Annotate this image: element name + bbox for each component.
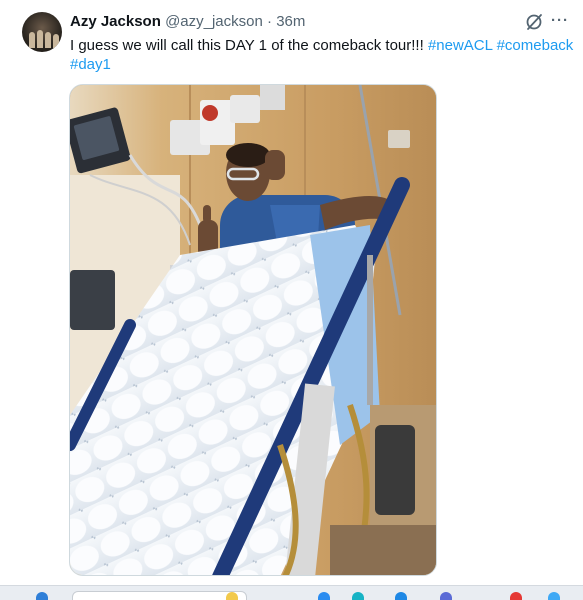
taskbar-app-icon[interactable] <box>318 592 330 600</box>
tweet-photo[interactable] <box>69 84 437 576</box>
taskbar-app-icon[interactable] <box>352 592 364 600</box>
tweet-card[interactable]: Azy Jackson @azy_jackson · 36m ··· I gue… <box>0 0 583 585</box>
avatar-figure <box>29 32 35 48</box>
avatar-figure <box>37 30 43 48</box>
hashtag-link[interactable]: #day1 <box>70 56 111 73</box>
taskbar-app-icon[interactable] <box>226 592 238 600</box>
avatar[interactable] <box>22 12 62 52</box>
taskbar-app-icon[interactable] <box>440 592 452 600</box>
taskbar-search[interactable] <box>72 591 247 600</box>
separator: · <box>267 13 273 30</box>
display-name[interactable]: Azy Jackson <box>70 13 161 30</box>
taskbar <box>0 585 583 600</box>
hashtag-link[interactable]: #comeback <box>497 37 574 54</box>
taskbar-app-icon[interactable] <box>510 592 522 600</box>
grok-icon[interactable] <box>524 12 544 32</box>
windows-start-icon[interactable] <box>36 592 48 600</box>
avatar-figure <box>45 32 51 48</box>
tweet-body: I guess we will call this DAY 1 of the c… <box>70 37 428 54</box>
taskbar-app-icon[interactable] <box>395 592 407 600</box>
tweet-text: I guess we will call this DAY 1 of the c… <box>70 36 575 74</box>
more-options-icon[interactable]: ··· <box>551 12 571 32</box>
hashtag-link[interactable]: #newACL <box>428 37 492 54</box>
handle[interactable]: @azy_jackson <box>165 13 263 30</box>
tweet-header: Azy Jackson @azy_jackson · 36m <box>70 13 305 31</box>
avatar-figure <box>53 34 59 48</box>
timestamp[interactable]: 36m <box>276 13 305 30</box>
taskbar-app-icon[interactable] <box>548 592 560 600</box>
